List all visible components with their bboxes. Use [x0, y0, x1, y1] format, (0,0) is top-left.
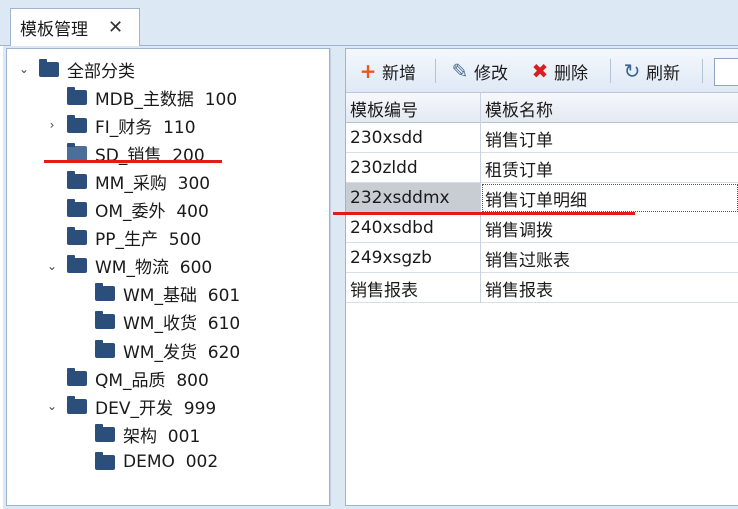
chevron-down-icon[interactable]: ⌄	[45, 259, 59, 273]
tree-node-label: DEV_开发 999	[95, 398, 217, 419]
tree-node[interactable]: OM_委外 400	[45, 196, 209, 224]
cell-template-name[interactable]: 销售订单	[481, 123, 738, 153]
table-row[interactable]: 230zldd 租赁订单	[346, 153, 738, 183]
tree-node[interactable]: PP_生产 500	[45, 224, 201, 252]
cell-template-name[interactable]: 销售过账表	[481, 243, 738, 273]
column-header-name[interactable]: 模板名称	[481, 93, 738, 123]
chevron-down-icon[interactable]: ⌄	[17, 62, 31, 76]
tree-node-label: DEMO 002	[123, 452, 219, 473]
tree-node[interactable]: QM_品质 800	[45, 364, 209, 392]
chevron-right-icon[interactable]: ›	[45, 118, 59, 132]
pencil-icon: ✎	[451, 59, 469, 83]
table-row[interactable]: 240xsdbd 销售调拨	[346, 213, 738, 243]
folder-icon	[95, 451, 115, 470]
tree-node[interactable]: ⌄ WM_物流 600	[45, 252, 212, 280]
edit-button[interactable]: ✎ 修改	[450, 57, 508, 85]
annotation-underline-grid	[333, 212, 635, 215]
folder-icon	[67, 114, 87, 133]
cell-template-code[interactable]: 240xsdbd	[346, 213, 481, 243]
cell-template-code[interactable]: 销售报表	[346, 273, 481, 303]
folder-icon	[95, 283, 115, 302]
delete-x-icon: ✖	[531, 59, 549, 83]
column-header-code[interactable]: 模板编号	[346, 93, 481, 123]
cell-template-code[interactable]: 232xsddmx	[346, 183, 481, 213]
cell-template-name[interactable]: 销售调拨	[481, 213, 738, 243]
folder-icon	[95, 423, 115, 442]
table-row[interactable]: 230xsdd 销售订单	[346, 123, 738, 153]
tree-node[interactable]: 架构 001	[73, 420, 200, 448]
tree-node-label: OM_委外 400	[95, 202, 209, 222]
folder-open-icon	[67, 142, 87, 161]
tree-node[interactable]: ⌄ 全部分类	[17, 55, 135, 83]
tree-node[interactable]: WM_基础 601	[73, 280, 240, 308]
tree-node-label: MM_采购 300	[95, 173, 211, 194]
panel-splitter[interactable]	[330, 48, 345, 506]
tree-node-label: QM_品质 800	[95, 370, 209, 391]
tree-node[interactable]: WM_收货 610	[73, 308, 240, 336]
tree-node-label: WM_发货 620	[123, 342, 241, 363]
folder-icon	[39, 58, 59, 77]
tree-node-label: PP_生产 500	[95, 230, 202, 251]
folder-icon	[67, 255, 87, 274]
tree-node[interactable]: DEMO 002	[73, 448, 218, 476]
tree-node-label: 架构 001	[123, 426, 201, 447]
grid-header: 模板编号 模板名称	[346, 93, 738, 123]
category-tree: ⌄ 全部分类 MDB_主数据 100 › FI_财务 110 SD_销售 200 MM_采购…	[6, 48, 330, 506]
toolbar-separator	[610, 59, 611, 83]
folder-icon	[67, 86, 87, 105]
add-label: 新增	[382, 63, 416, 84]
toolbar-separator	[702, 59, 703, 83]
refresh-icon: ↻	[623, 59, 641, 83]
tab-label: 模板管理	[20, 20, 88, 40]
table-row[interactable]: 232xsddmx 销售订单明细	[346, 183, 738, 213]
tree-node[interactable]: WM_发货 620	[73, 336, 240, 364]
tree-node-label: WM_物流 600	[95, 258, 213, 279]
tree-node[interactable]: ⌄ DEV_开发 999	[45, 392, 216, 420]
refresh-label: 刷新	[646, 63, 680, 84]
folder-icon	[95, 311, 115, 330]
tree-node-label: FI_财务 110	[95, 117, 196, 138]
table-row[interactable]: 249xsgzb 销售过账表	[346, 243, 738, 273]
folder-icon	[67, 199, 87, 217]
tree-node-label: WM_基础 601	[123, 286, 241, 307]
search-input[interactable]	[714, 58, 738, 86]
close-icon[interactable]: ✕	[108, 17, 123, 38]
edit-label: 修改	[474, 63, 508, 84]
tree-node[interactable]: MM_采购 300	[45, 167, 210, 195]
table-row[interactable]: 销售报表 销售报表	[346, 273, 738, 303]
template-panel: + 新增 ✎ 修改 ✖ 删除 ↻ 刷新 模板编号 模板名称 230xsdd 销售订…	[345, 48, 738, 506]
cell-template-code[interactable]: 249xsgzb	[346, 243, 481, 273]
folder-icon	[67, 367, 87, 386]
tree-node-label: MDB_主数据 100	[95, 89, 238, 110]
cell-template-code[interactable]: 230xsdd	[346, 123, 481, 153]
tab-strip: 模板管理 ✕	[0, 0, 738, 46]
cell-template-name[interactable]: 租赁订单	[481, 153, 738, 183]
folder-icon	[67, 227, 87, 246]
refresh-button[interactable]: ↻ 刷新	[622, 57, 680, 85]
tree-node-label: WM_收货 610	[123, 314, 241, 335]
folder-icon	[67, 170, 87, 189]
toolbar-separator	[435, 59, 436, 83]
add-button[interactable]: + 新增	[358, 57, 416, 85]
folder-icon	[95, 339, 115, 358]
cell-template-name[interactable]: 销售订单明细	[481, 183, 738, 213]
tree-node[interactable]: › FI_财务 110	[45, 111, 196, 139]
toolbar: + 新增 ✎ 修改 ✖ 删除 ↻ 刷新	[346, 49, 738, 93]
cell-template-code[interactable]: 230zldd	[346, 153, 481, 183]
plus-icon: +	[359, 59, 377, 83]
cell-template-name[interactable]: 销售报表	[481, 273, 738, 303]
tree-node[interactable]: SD_销售 200	[45, 139, 205, 167]
folder-icon	[67, 395, 87, 414]
annotation-underline-tree	[44, 160, 222, 163]
tree-node-label: 全部分类	[67, 61, 135, 82]
chevron-down-icon[interactable]: ⌄	[45, 399, 59, 413]
tree-node[interactable]: MDB_主数据 100	[45, 83, 237, 111]
delete-button[interactable]: ✖ 删除	[530, 57, 588, 85]
delete-label: 删除	[554, 63, 588, 84]
tab-template-management[interactable]: 模板管理 ✕	[10, 8, 140, 46]
